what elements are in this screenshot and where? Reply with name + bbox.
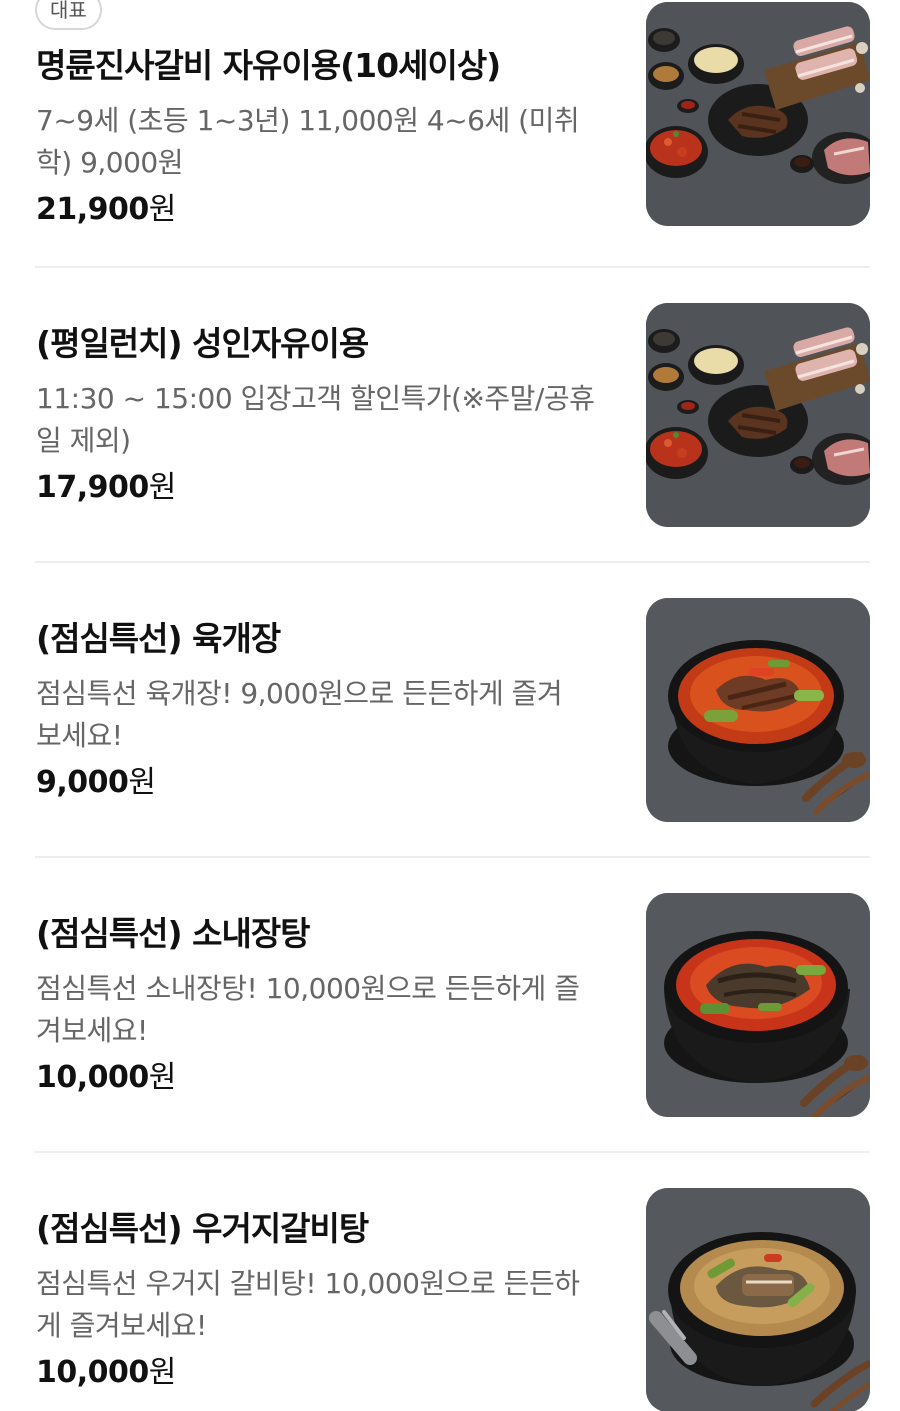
menu-item-3[interactable]: (점심특선) 육개장 점심특선 육개장! 9,000원으로 든든하게 즐겨 보세… [0, 597, 900, 867]
description-line: 겨보세요! [36, 1014, 148, 1047]
menu-item-2[interactable]: (평일런치) 성인자유이용 11:30 ~ 15:00 입장고객 할인특가(※주… [0, 302, 900, 572]
menu-item-name[interactable]: 명륜진사갈비 자유이용(10세이상) [36, 44, 621, 88]
bbq-platter-illustration [646, 2, 870, 226]
menu-item-1[interactable]: 대표 명륜진사갈비 자유이용(10세이상) 7~9세 (초등 1~3년) 11,… [0, 0, 900, 270]
price-unit: 원 [148, 1060, 177, 1095]
menu-item-name[interactable]: (점심특선) 소내장탕 [36, 912, 621, 956]
menu-item-price: 17,900원 [36, 468, 621, 508]
bbq-platter-illustration [646, 303, 870, 527]
divider [35, 561, 870, 563]
menu-item-name[interactable]: (평일런치) 성인자유이용 [36, 322, 621, 366]
price-unit: 원 [148, 470, 177, 505]
price-unit: 원 [148, 192, 177, 227]
price-number: 17,900 [36, 470, 149, 505]
description-line: 점심특선 우거지 갈비탕! 10,000원으로 든든하 [36, 1267, 580, 1300]
menu-item-5[interactable]: (점심특선) 우거지갈비탕 점심특선 우거지 갈비탕! 10,000원으로 든든… [0, 1187, 900, 1411]
spicy-soup-bowl-photo[interactable] [646, 598, 870, 822]
price-number: 10,000 [36, 1060, 149, 1095]
menu-item-description: 점심특선 육개장! 9,000원으로 든든하게 즐겨 보세요! [36, 673, 621, 757]
description-line: 학) 9,000원 [36, 146, 184, 179]
price-number: 21,900 [36, 192, 149, 227]
menu-item-info: (점심특선) 우거지갈비탕 점심특선 우거지 갈비탕! 10,000원으로 든든… [36, 1207, 621, 1393]
rib-soup-illustration [646, 1188, 870, 1411]
spicy-soup-bowl-photo[interactable] [646, 893, 870, 1117]
price-unit: 원 [128, 765, 156, 800]
description-line: 11:30 ~ 15:00 입장고객 할인특가(※주말/공휴 [36, 382, 595, 415]
menu-item-info: (평일런치) 성인자유이용 11:30 ~ 15:00 입장고객 할인특가(※주… [36, 322, 621, 508]
menu-item-description: 점심특선 우거지 갈비탕! 10,000원으로 든든하 게 즐겨보세요! [36, 1263, 621, 1347]
bbq-platter-photo[interactable] [646, 2, 870, 226]
description-line: 일 제외) [36, 424, 131, 457]
menu-item-info: (점심특선) 소내장탕 점심특선 소내장탕! 10,000원으로 든든하게 즐 … [36, 912, 621, 1098]
menu-item-description: 점심특선 소내장탕! 10,000원으로 든든하게 즐 겨보세요! [36, 968, 621, 1052]
divider [35, 1151, 870, 1153]
divider [35, 856, 870, 858]
intestine-soup-illustration [646, 893, 870, 1117]
representative-badge: 대표 [35, 0, 102, 30]
menu-item-info: (점심특선) 육개장 점심특선 육개장! 9,000원으로 든든하게 즐겨 보세… [36, 617, 621, 803]
menu-list: 대표 명륜진사갈비 자유이용(10세이상) 7~9세 (초등 1~3년) 11,… [0, 0, 900, 1411]
bbq-platter-photo[interactable] [646, 303, 870, 527]
price-unit: 원 [148, 1355, 177, 1390]
description-line: 보세요! [36, 719, 123, 752]
menu-item-price: 9,000원 [36, 763, 621, 803]
menu-item-price: 21,900원 [36, 190, 621, 230]
description-line: 점심특선 소내장탕! 10,000원으로 든든하게 즐 [36, 972, 580, 1005]
rib-soup-bowl-photo[interactable] [646, 1188, 870, 1411]
menu-item-description: 7~9세 (초등 1~3년) 11,000원 4~6세 (미취 학) 9,000… [36, 100, 621, 184]
menu-item-description: 11:30 ~ 15:00 입장고객 할인특가(※주말/공휴 일 제외) [36, 378, 621, 462]
menu-item-price: 10,000원 [36, 1058, 621, 1098]
menu-item-price: 10,000원 [36, 1353, 621, 1393]
menu-item-name[interactable]: (점심특선) 육개장 [36, 617, 621, 661]
spicy-soup-illustration [646, 598, 870, 822]
description-line: 점심특선 육개장! 9,000원으로 든든하게 즐겨 [36, 677, 563, 710]
description-line: 7~9세 (초등 1~3년) 11,000원 4~6세 (미취 [36, 104, 580, 137]
description-line: 게 즐겨보세요! [36, 1309, 207, 1342]
menu-item-name[interactable]: (점심특선) 우거지갈비탕 [36, 1207, 621, 1251]
menu-item-info: 명륜진사갈비 자유이용(10세이상) 7~9세 (초등 1~3년) 11,000… [36, 44, 621, 230]
price-number: 10,000 [36, 1355, 149, 1390]
menu-item-4[interactable]: (점심특선) 소내장탕 점심특선 소내장탕! 10,000원으로 든든하게 즐 … [0, 892, 900, 1162]
price-number: 9,000 [36, 765, 129, 800]
divider [35, 266, 870, 268]
